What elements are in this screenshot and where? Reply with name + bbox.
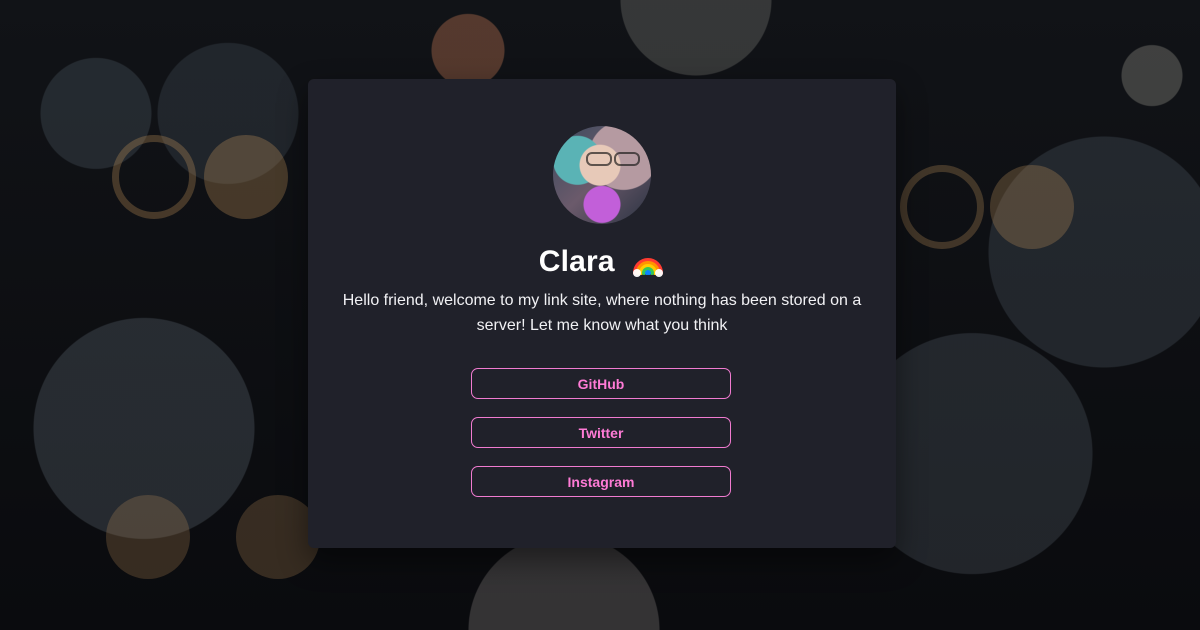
profile-name: Clara [538, 245, 615, 279]
link-button-github[interactable]: GitHub [471, 368, 731, 399]
profile-bio: Hello friend, welcome to my link site, w… [342, 292, 862, 334]
profile-card: Clara Hello friend, welcome to my link s… [308, 79, 896, 548]
avatar [553, 126, 651, 224]
profile-name-row: Clara [308, 243, 896, 280]
links-list: GitHub Twitter Instagram [471, 368, 733, 515]
rainbow-icon [631, 247, 665, 278]
link-button-instagram[interactable]: Instagram [471, 466, 731, 497]
link-button-twitter[interactable]: Twitter [471, 417, 731, 448]
